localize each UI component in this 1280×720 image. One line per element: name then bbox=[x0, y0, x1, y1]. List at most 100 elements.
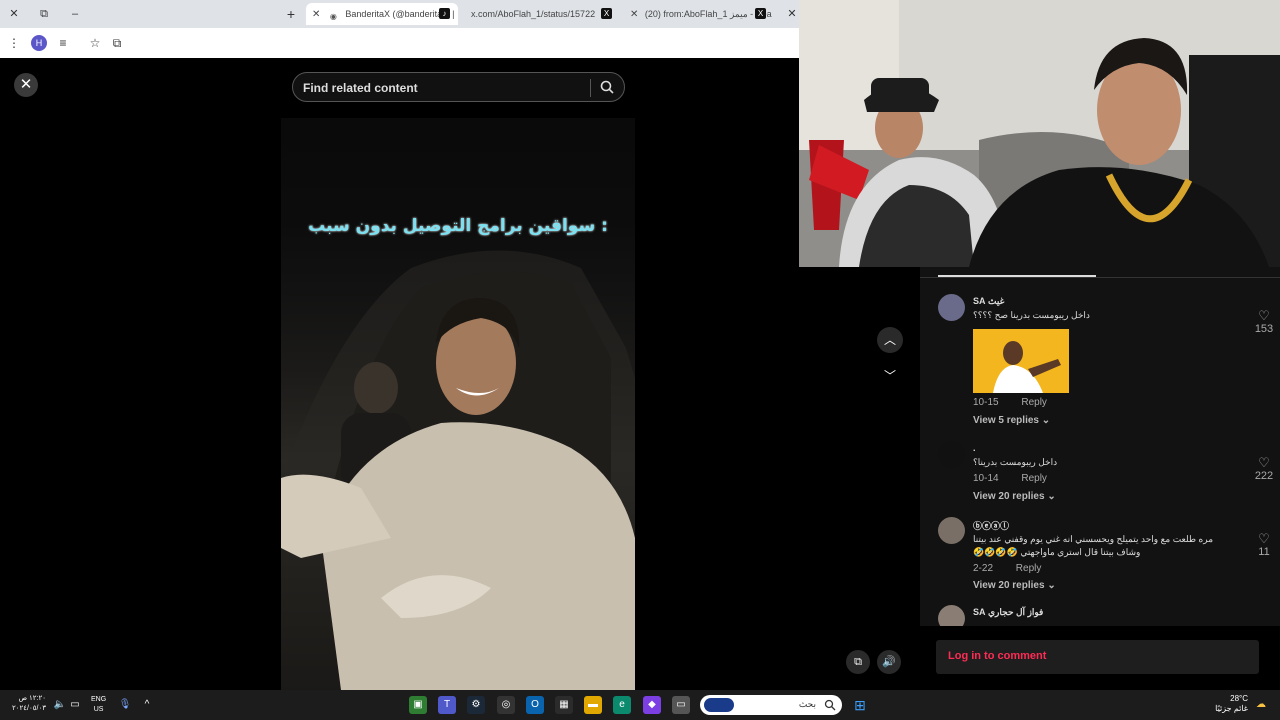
language-indicator[interactable]: ENG US bbox=[91, 695, 106, 715]
comment-username[interactable]: فواز آل حجاري SA bbox=[973, 607, 1043, 618]
outlook-icon[interactable]: O bbox=[526, 696, 544, 714]
avatar[interactable] bbox=[938, 517, 965, 544]
edge-icon[interactable]: e bbox=[613, 696, 631, 714]
comment-date: 10-14 bbox=[973, 473, 999, 484]
comment-text: داخل ريبومست بدرينا؟ bbox=[973, 457, 1058, 467]
comment-item: فواز آل حجاري SA bbox=[938, 605, 1258, 626]
avatar[interactable] bbox=[938, 294, 965, 321]
search-bar[interactable] bbox=[292, 72, 625, 102]
search-input[interactable] bbox=[303, 79, 583, 97]
comment-item: . داخل ريبومست بدرينا؟ 10-14 Reply View … bbox=[938, 441, 1273, 511]
reply-button[interactable]: Reply bbox=[1021, 473, 1047, 484]
comment-gif[interactable] bbox=[973, 329, 1069, 393]
view-replies-label: View 5 replies bbox=[973, 415, 1039, 426]
tab-banderitax[interactable]: ✕ ◉ BanderitaX (@banderitax) | ♪ bbox=[306, 3, 458, 25]
clock-date: ٢٠٢٤/٠٥/٠٣ bbox=[12, 705, 46, 712]
new-tab-button[interactable]: + bbox=[283, 6, 299, 22]
reading-list-icon[interactable]: ≡ bbox=[56, 35, 70, 51]
comment-text: مره طلعت مع واحد يتميلح ويحسسني انه غني … bbox=[973, 534, 1214, 557]
view-replies-button[interactable]: View 20 replies ⌄ bbox=[973, 491, 1056, 502]
video-player[interactable]: سواقين برامج التوصيل بدون سبب : bbox=[281, 118, 635, 690]
tab-title: (20) from:AboFlah_1 ميمز - Sea bbox=[644, 9, 772, 19]
tiktok-icon: ♪ bbox=[439, 8, 450, 19]
login-label: Log in to comment bbox=[948, 650, 1047, 662]
browser-toolbar: ⋮ H ≡ ☆ ⧉ bbox=[0, 28, 800, 58]
gif-image bbox=[973, 329, 1069, 393]
tab-x-search[interactable]: ✕ (20) from:AboFlah_1 ميمز - Sea X bbox=[624, 3, 774, 25]
weather-widget[interactable]: 28°C غائم جزئيًا bbox=[1214, 694, 1248, 714]
task-view-icon[interactable]: ▭ bbox=[672, 696, 690, 714]
next-video-button[interactable]: ﹀ bbox=[877, 363, 903, 389]
login-to-comment-button[interactable]: Log in to comment bbox=[936, 640, 1259, 674]
heart-icon: ♡ bbox=[1258, 531, 1270, 546]
close-icon[interactable]: ✕ bbox=[14, 73, 38, 97]
network-icon[interactable]: ▭ bbox=[66, 696, 84, 714]
comment-date: 10-15 bbox=[973, 397, 999, 408]
avatar[interactable] bbox=[938, 605, 965, 626]
tab-x-status[interactable]: x.com/AboFlah_1/status/15722 X bbox=[465, 3, 620, 25]
like-count: 222 bbox=[1254, 470, 1274, 482]
steam-icon[interactable]: ⚙ bbox=[467, 696, 485, 714]
like-count: 11 bbox=[1258, 546, 1270, 558]
comment-text: داخل ريبومست بدرينا صح ؟؟؟؟ bbox=[973, 310, 1090, 320]
x-logo-icon: X bbox=[601, 8, 612, 19]
browser-tab-bar: ✕ ⧉ – + ✕ ◉ BanderitaX (@banderitax) | ♪… bbox=[0, 0, 800, 28]
phone-link-icon[interactable]: ▣ bbox=[409, 696, 427, 714]
window-minimize-icon[interactable]: – bbox=[67, 6, 83, 22]
comment-item: غيث SA داخل ريبومست بدرينا صح ؟؟؟؟ 10-15… bbox=[938, 294, 1273, 434]
window-restore-icon[interactable]: ⧉ bbox=[36, 6, 52, 22]
tiktok-viewer: ✕ سواقين برامج التوصيل بدون سبب : ︿ ﹀ ⧉ bbox=[0, 58, 903, 690]
previous-video-button[interactable]: ︿ bbox=[877, 327, 903, 353]
heart-icon: ♡ bbox=[1258, 455, 1270, 470]
broadcast-icon: ◉ bbox=[329, 12, 337, 21]
menu-dots-icon[interactable]: ⋮ bbox=[8, 35, 20, 51]
picture-in-picture-icon[interactable]: ⧉ bbox=[846, 650, 870, 674]
taskbar-search[interactable]: بحث bbox=[700, 695, 842, 715]
heart-icon: ♡ bbox=[1258, 308, 1270, 323]
search-icon[interactable] bbox=[599, 79, 615, 95]
reply-button[interactable]: Reply bbox=[1016, 563, 1042, 574]
profile-avatar[interactable]: H bbox=[31, 35, 47, 51]
search-icon bbox=[824, 699, 836, 711]
video-frame bbox=[281, 250, 635, 690]
comment-username[interactable]: ⓑⓔⓐⓛ bbox=[973, 519, 1009, 532]
volume-icon[interactable]: 🔊 bbox=[877, 650, 901, 674]
windows-start-icon[interactable]: ⊞ bbox=[851, 696, 869, 714]
close-tab-icon[interactable]: ✕ bbox=[312, 9, 320, 20]
clock[interactable]: ١٢:٢٠ ص ٢٠٢٤/٠٥/٠٣ bbox=[12, 694, 46, 714]
chevron-up-icon[interactable]: ^ bbox=[138, 696, 156, 714]
comment-username[interactable]: غيث SA bbox=[973, 296, 1004, 307]
like-button[interactable]: ♡ 222 bbox=[1252, 455, 1276, 483]
close-tab-icon[interactable]: ✕ bbox=[784, 6, 800, 22]
language-bottom: US bbox=[93, 706, 104, 713]
webcam-overlay bbox=[799, 0, 1280, 267]
tab-title: x.com/AboFlah_1/status/15722 bbox=[471, 9, 596, 19]
close-tab-icon[interactable]: ✕ bbox=[630, 9, 638, 20]
reply-button[interactable]: Reply bbox=[1021, 397, 1047, 408]
file-explorer-icon[interactable]: ▬ bbox=[584, 696, 602, 714]
view-replies-button[interactable]: View 5 replies ⌄ bbox=[973, 415, 1050, 426]
window-close-icon[interactable]: ✕ bbox=[6, 6, 22, 22]
avatar[interactable] bbox=[938, 441, 965, 468]
comment-username[interactable]: . bbox=[973, 443, 976, 453]
copilot-icon[interactable]: ◆ bbox=[643, 696, 661, 714]
view-replies-label: View 20 replies bbox=[973, 580, 1045, 591]
bookmark-star-icon[interactable]: ☆ bbox=[88, 35, 102, 51]
chrome-icon[interactable]: ◎ bbox=[497, 696, 515, 714]
search-highlight-icon bbox=[704, 698, 734, 712]
teams-icon[interactable]: T bbox=[438, 696, 456, 714]
like-count: 153 bbox=[1254, 323, 1274, 335]
like-button[interactable]: ♡ 153 bbox=[1252, 308, 1276, 336]
view-replies-button[interactable]: View 20 replies ⌄ bbox=[973, 580, 1056, 591]
microphone-icon[interactable]: 🎙 bbox=[116, 696, 134, 714]
webcam-feed bbox=[799, 0, 1280, 267]
store-icon[interactable]: ▦ bbox=[555, 696, 573, 714]
install-app-icon[interactable]: ⧉ bbox=[110, 35, 124, 51]
like-button[interactable]: ♡ 11 bbox=[1252, 531, 1276, 559]
windows-taskbar: ١٢:٢٠ ص ٢٠٢٤/٠٥/٠٣ 🔈 ▭ ENG US 🎙 ^ ▣ T ⚙ … bbox=[0, 690, 1280, 720]
divider bbox=[920, 277, 1280, 278]
weather-temp: 28°C bbox=[1230, 694, 1248, 703]
divider bbox=[590, 79, 591, 97]
x-logo-icon: X bbox=[755, 8, 766, 19]
comment-date: 2-22 bbox=[973, 563, 994, 574]
